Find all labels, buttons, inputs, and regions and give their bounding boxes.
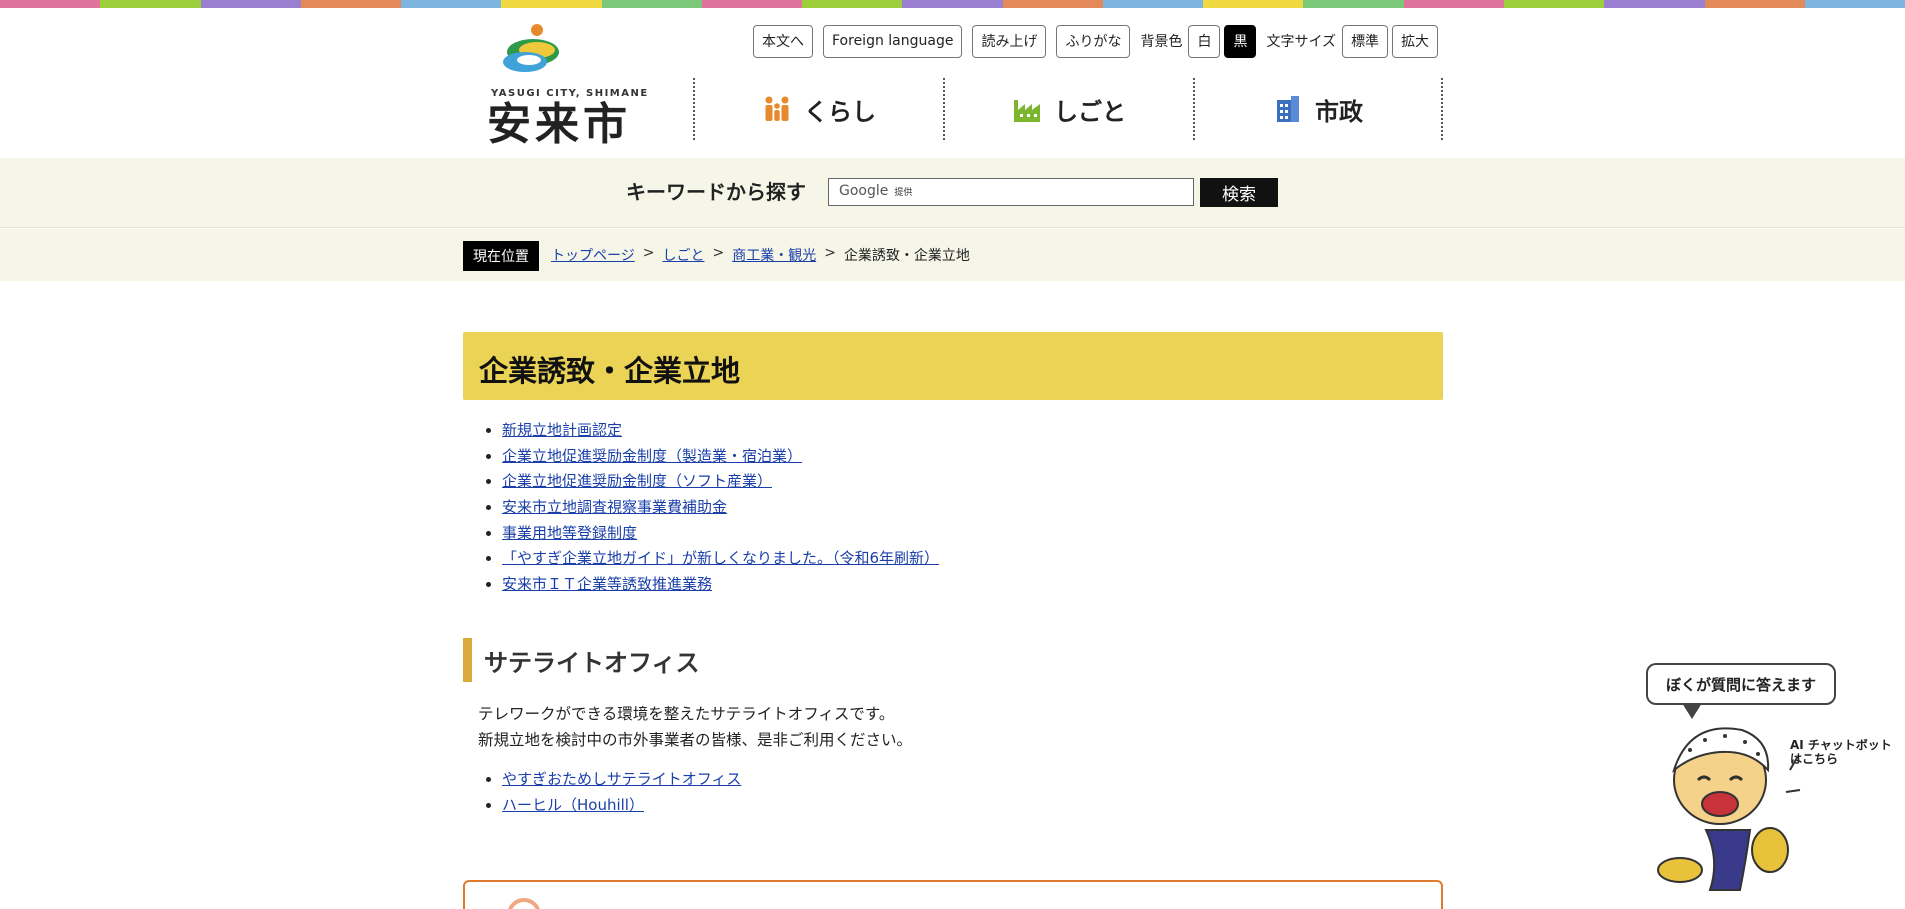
link-inspection-subsidy[interactable]: 安来市立地調査視察事業費補助金 <box>502 498 727 516</box>
logo-japanese: 安来市 <box>487 99 631 150</box>
page-link-list: 新規立地計画認定 企業立地促進奨励金制度（製造業・宿泊業） 企業立地促進奨励金制… <box>502 420 939 600</box>
page-title-box: 企業誘致・企業立地 <box>463 332 1443 400</box>
list-item: 企業立地促進奨励金制度（ソフト産業） <box>502 471 939 497</box>
global-nav: くらし しごと 市政 <box>693 78 1443 140</box>
breadcrumb-band: 現在位置 トップページ > しごと > 商工業・観光 > 企業誘致・企業立地 <box>0 229 1905 281</box>
link-location-guide[interactable]: 「やすぎ企業立地ガイド」が新しくなりました。（令和6年刷新） <box>502 549 939 567</box>
background-color-group: 背景色 白 黒 <box>1140 24 1257 58</box>
font-size-standard-button[interactable]: 標準 <box>1342 24 1389 58</box>
color-stripe-segment <box>1503 0 1605 8</box>
search-placeholder-sub: 提供 <box>894 188 913 198</box>
list-item: ハーヒル（Houhill） <box>502 795 741 821</box>
logo-english: YASUGI CITY, SHIMANE <box>491 88 649 99</box>
breadcrumb-link-shigoto[interactable]: しごと <box>662 245 704 265</box>
font-size-group: 文字サイズ 標準 拡大 <box>1266 24 1439 58</box>
color-stripe-segment <box>601 0 702 8</box>
color-stripe-segment <box>1804 0 1905 8</box>
search-band: キーワードから探す Google 提供 検索 <box>0 158 1905 228</box>
breadcrumb-separator: > <box>824 245 836 261</box>
gnav-label: くらし <box>804 97 876 126</box>
top-color-stripe <box>0 0 1905 8</box>
font-size-label: 文字サイズ <box>1266 34 1337 50</box>
color-stripe-segment <box>1704 0 1805 8</box>
color-stripe-segment <box>701 0 803 8</box>
section-text-line: 新規立地を検討中の市外事業者の皆様、是非ご利用ください。 <box>478 731 913 749</box>
info-box <box>463 880 1443 909</box>
background-color-label: 背景色 <box>1140 34 1183 50</box>
breadcrumb-label: 現在位置 <box>463 241 539 271</box>
list-item: やすぎおためしサテライトオフィス <box>502 769 741 795</box>
link-incentive-manufacturing[interactable]: 企業立地促進奨励金制度（製造業・宿泊業） <box>502 447 802 465</box>
color-stripe-segment <box>1403 0 1504 8</box>
list-item: 事業用地等登録制度 <box>502 523 939 549</box>
satellite-link-list: やすぎおためしサテライトオフィス ハーヒル（Houhill） <box>502 769 741 821</box>
factory-icon <box>1014 100 1040 122</box>
breadcrumb-current: 企業誘致・企業立地 <box>843 248 970 264</box>
skip-to-content-button[interactable]: 本文へ <box>753 24 813 58</box>
gnav-item-shisei[interactable]: 市政 <box>1193 78 1443 140</box>
color-stripe-segment <box>802 0 903 8</box>
section-description: テレワークができる環境を整えたサテライトオフィスです。 新規立地を検討中の市外事… <box>478 701 912 753</box>
font-size-large-button[interactable]: 拡大 <box>1392 24 1439 58</box>
search-label: キーワードから探す <box>626 180 806 204</box>
link-trial-satellite-office[interactable]: やすぎおためしサテライトオフィス <box>502 770 741 788</box>
gnav-label: 市政 <box>1315 97 1363 126</box>
gnav-item-kurashi[interactable]: くらし <box>693 78 943 140</box>
color-stripe-segment <box>300 0 402 8</box>
color-stripe-segment <box>501 0 602 8</box>
color-stripe-segment <box>1102 0 1204 8</box>
list-item: 新規立地計画認定 <box>502 420 939 446</box>
gnav-item-shigoto[interactable]: しごと <box>943 78 1193 140</box>
utility-bar: 本文へ Foreign language 読み上げ ふりがな 背景色 白 黒 文… <box>753 24 1439 58</box>
color-stripe-segment <box>100 0 201 8</box>
link-houhill[interactable]: ハーヒル（Houhill） <box>502 796 644 814</box>
color-stripe-segment <box>902 0 1003 8</box>
color-stripe-segment <box>401 0 502 8</box>
people-icon <box>765 96 789 121</box>
building-icon <box>1277 96 1299 122</box>
link-land-registration[interactable]: 事業用地等登録制度 <box>502 524 637 542</box>
read-aloud-button[interactable]: 読み上げ <box>972 24 1047 58</box>
list-item: 安来市立地調査視察事業費補助金 <box>502 497 939 523</box>
gnav-label: しごと <box>1054 97 1126 126</box>
color-stripe-segment <box>1303 0 1404 8</box>
search-input[interactable]: Google 提供 <box>828 178 1194 206</box>
breadcrumb-link-commerce[interactable]: 商工業・観光 <box>732 245 816 265</box>
breadcrumb: トップページ > しごと > 商工業・観光 > 企業誘致・企業立地 <box>551 245 970 265</box>
section-heading-satellite-office: サテライトオフィス <box>463 638 700 682</box>
page-title: 企業誘致・企業立地 <box>479 354 741 388</box>
search-placeholder: Google <box>839 183 889 199</box>
city-emblem-icon <box>503 24 559 72</box>
section-text-line: テレワークができる環境を整えたサテライトオフィスです。 <box>478 705 895 723</box>
chatbot-speech-bubble[interactable]: ぼくが質問に答えます <box>1646 663 1836 705</box>
mascot-character-icon[interactable] <box>1650 710 1810 900</box>
bg-white-button[interactable]: 白 <box>1188 24 1221 58</box>
link-it-attraction[interactable]: 安来市ＩＴ企業等誘致推進業務 <box>502 575 712 593</box>
color-stripe-segment <box>1002 0 1103 8</box>
circle-icon <box>507 898 541 909</box>
breadcrumb-separator: > <box>712 245 725 261</box>
breadcrumb-separator: > <box>642 245 655 261</box>
list-item: 企業立地促進奨励金制度（製造業・宿泊業） <box>502 446 939 472</box>
search-button[interactable]: 検索 <box>1200 178 1278 207</box>
bg-black-button[interactable]: 黒 <box>1224 24 1257 58</box>
foreign-language-button[interactable]: Foreign language <box>823 24 963 58</box>
list-item: 「やすぎ企業立地ガイド」が新しくなりました。（令和6年刷新） <box>502 548 939 574</box>
color-stripe-segment <box>1203 0 1304 8</box>
list-item: 安来市ＩＴ企業等誘致推進業務 <box>502 574 939 600</box>
link-incentive-software[interactable]: 企業立地促進奨励金制度（ソフト産業） <box>502 472 772 490</box>
color-stripe-segment <box>1604 0 1705 8</box>
site-logo[interactable]: YASUGI CITY, SHIMANE 安来市 <box>463 20 647 148</box>
breadcrumb-link-top[interactable]: トップページ <box>551 245 635 265</box>
color-stripe-segment <box>0 0 101 8</box>
link-new-location-plan[interactable]: 新規立地計画認定 <box>502 421 622 439</box>
color-stripe-segment <box>200 0 301 8</box>
furigana-button[interactable]: ふりがな <box>1056 24 1131 58</box>
